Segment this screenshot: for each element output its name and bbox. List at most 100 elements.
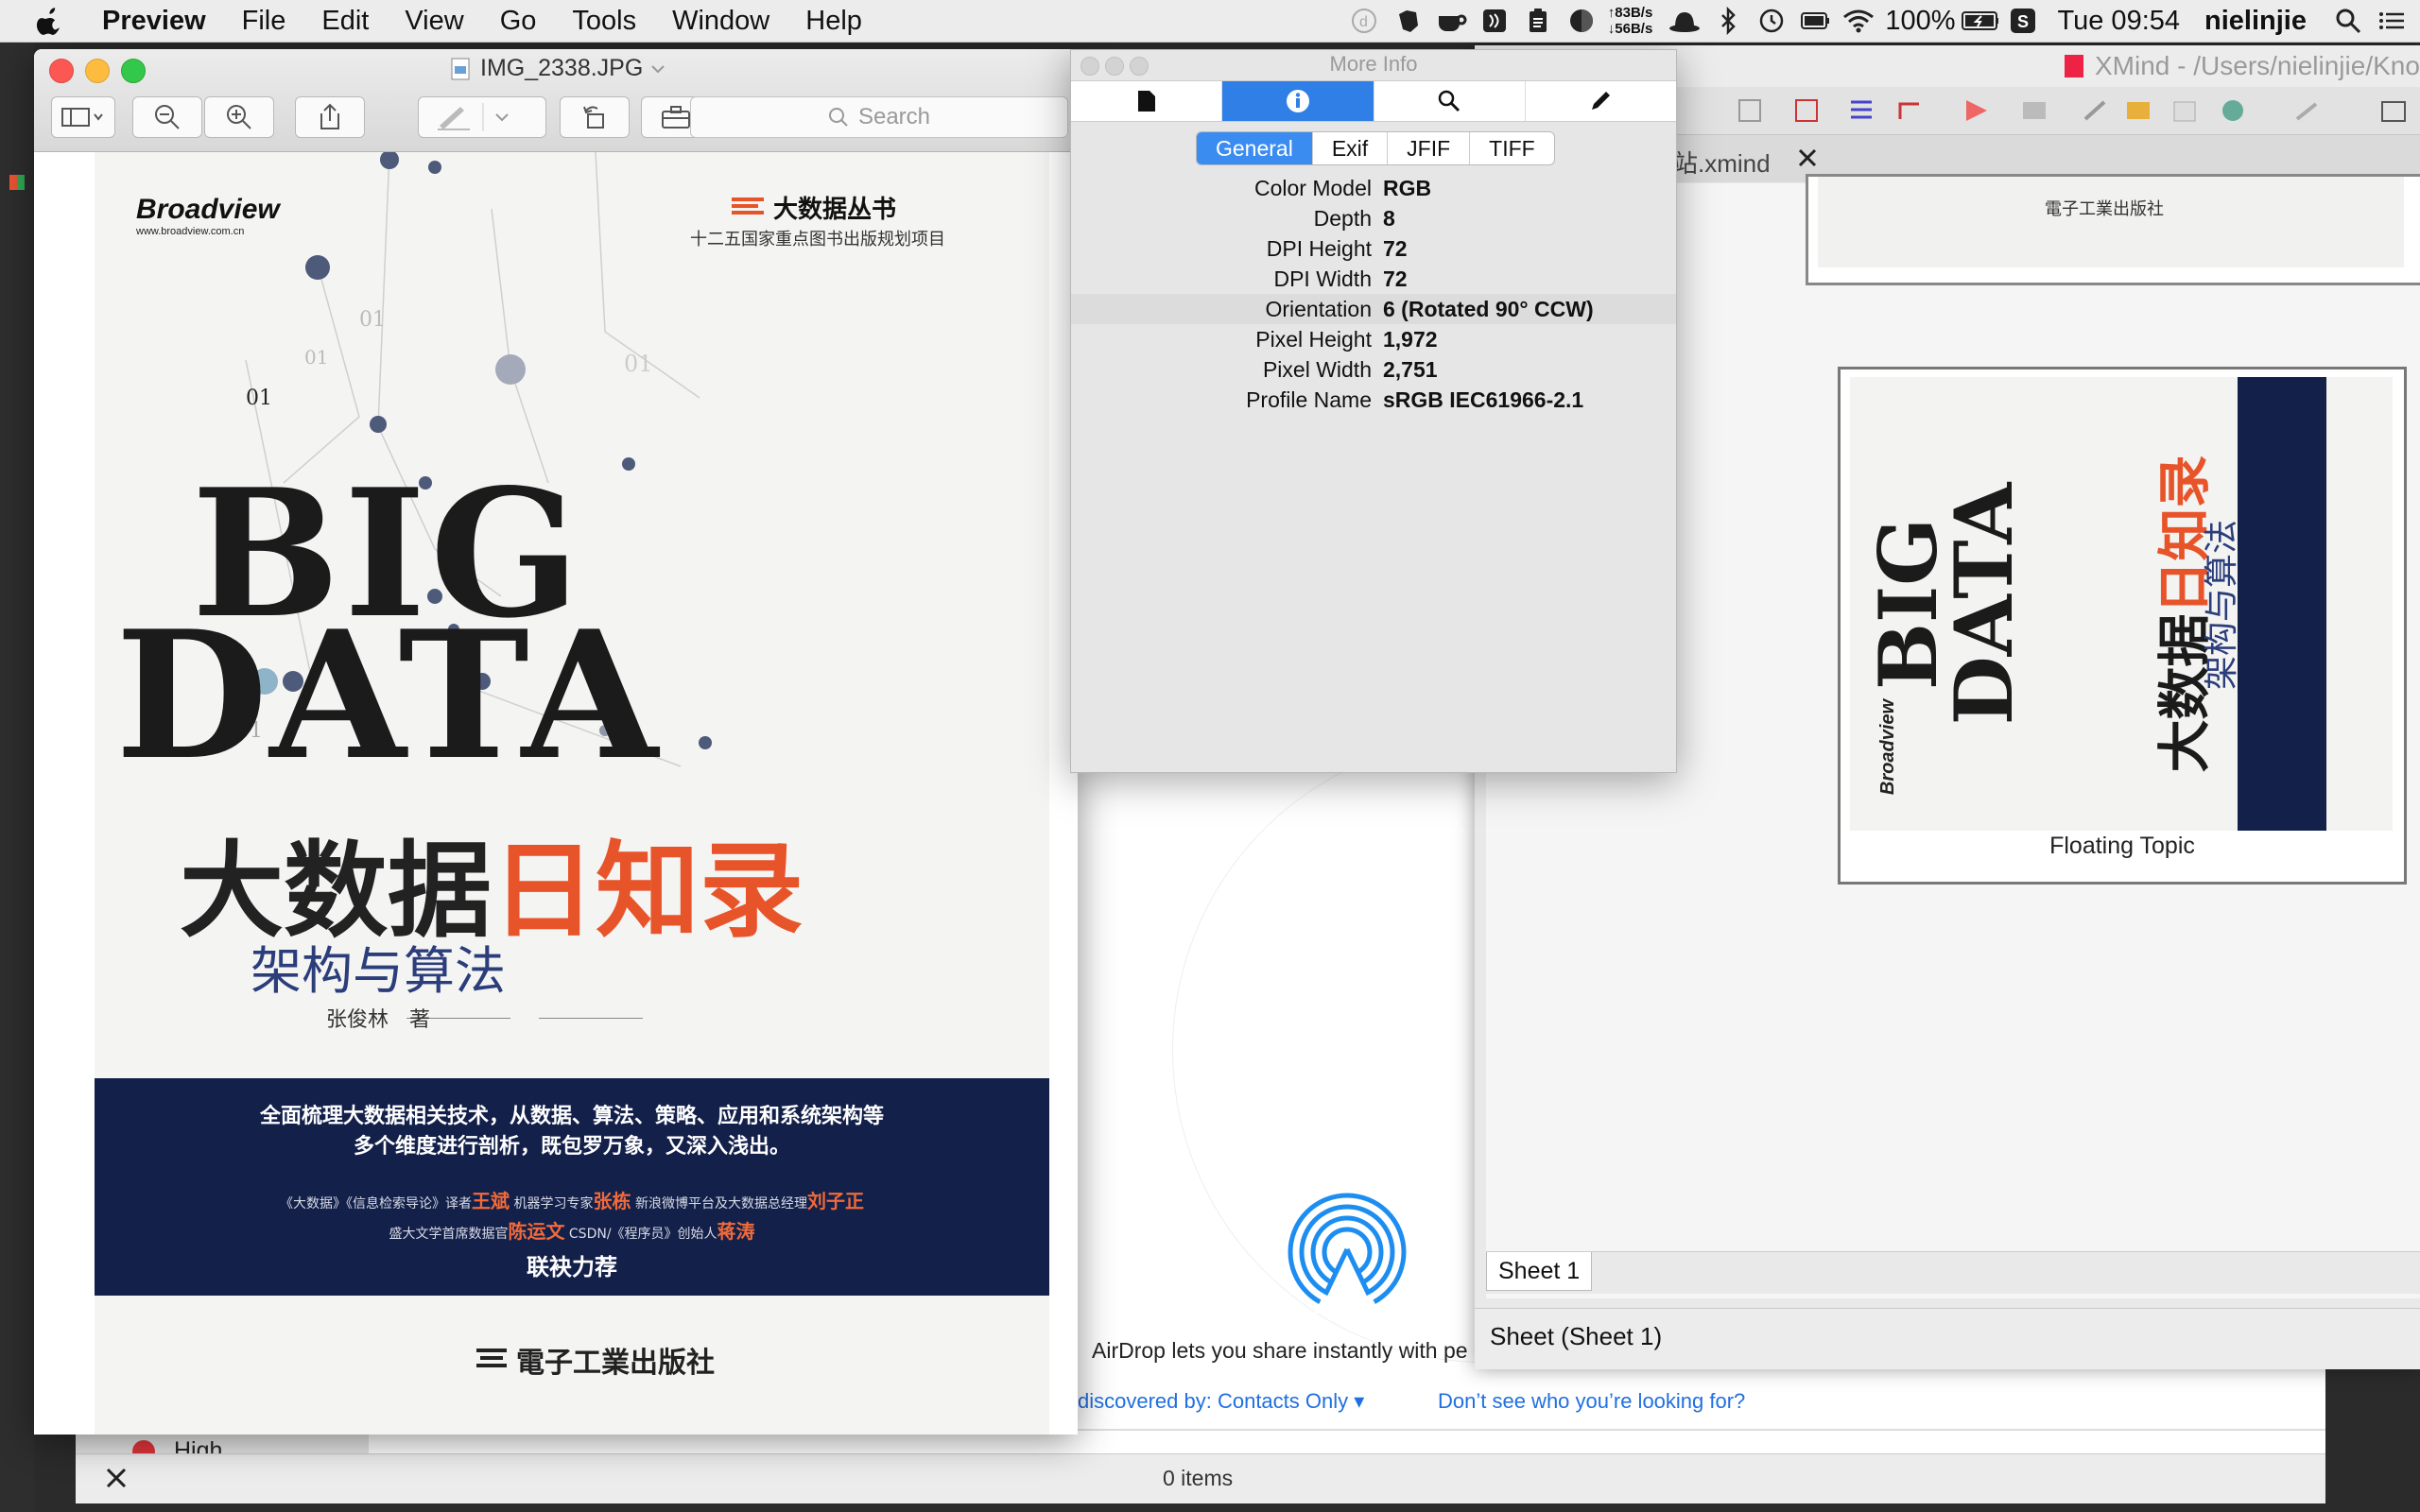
rotate-button[interactable] (560, 96, 630, 138)
topic-image-top[interactable]: 電子工業出版社 (1806, 174, 2420, 285)
inspector-tabs (1071, 80, 1676, 122)
menu-tools[interactable]: Tools (572, 6, 636, 37)
airdrop-help-link[interactable]: Don’t see who you’re looking for? (1438, 1389, 1745, 1414)
zoom-out-button[interactable] (132, 96, 202, 138)
markup-button[interactable] (418, 96, 546, 138)
preview-titlebar: IMG_2338.JPG Search (34, 49, 1078, 152)
collapse-arrows-icon[interactable] (104, 1466, 129, 1490)
digit-decoration-4: 01 (246, 387, 272, 410)
menu-file[interactable]: File (242, 6, 286, 37)
wifi-icon[interactable] (1840, 0, 1877, 42)
publisher-logo-icon (476, 1349, 507, 1367)
notification-center-icon[interactable] (2373, 0, 2411, 42)
xmind-tab-label[interactable]: 站.xmind (1673, 145, 1771, 180)
menu-app-preview[interactable]: Preview (102, 6, 206, 37)
xmind-status-bar: Sheet (Sheet 1) (1475, 1308, 2420, 1369)
xmind-toolbar-icons[interactable] (1730, 96, 2411, 127)
band-recommend: 联袂力荐 (527, 1253, 617, 1280)
zoom-button[interactable] (121, 59, 146, 83)
segment-tiff[interactable]: TIFF (1470, 132, 1554, 164)
tab-keywords[interactable] (1374, 81, 1526, 121)
close-button[interactable] (49, 59, 74, 83)
svg-text:d: d (1359, 14, 1368, 30)
coffee-cup-icon[interactable] (1432, 0, 1470, 42)
sidebar-toggle-button[interactable] (51, 96, 115, 138)
network-speed: ↑83B/s ↓56B/s (1607, 5, 1653, 37)
airdrop-discovery-dropdown[interactable]: discovered by: Contacts Only ▾ (1078, 1389, 1364, 1414)
sogou-input-icon[interactable]: S (2004, 0, 2042, 42)
magnifier-icon (1438, 90, 1461, 112)
band-line-1: 全面梳理大数据相关技术，从数据、算法、策略、应用和系统架构等 (259, 1105, 884, 1128)
menu-window[interactable]: Window (672, 6, 769, 37)
share-icon (320, 103, 339, 129)
pen-icon (438, 103, 509, 131)
band-line-2: 多个维度进行剖析，既包罗万象，又深入浅出。 (353, 1135, 790, 1159)
half-circle-icon[interactable] (1563, 0, 1600, 42)
floating-topic[interactable]: BIG DATA 大数据日知录 架构与算法 Broadview Floating … (1838, 367, 2407, 885)
time-machine-icon[interactable] (1753, 0, 1790, 42)
menu-clock[interactable]: Tue 09:54 (2057, 6, 2180, 37)
publisher-mini-logo: 電子工業出版社 (2045, 199, 2164, 219)
topic-image-top-content: 電子工業出版社 (1818, 177, 2404, 267)
battery-status-icon[interactable] (1796, 0, 1834, 42)
xmind-doc-icon (2065, 55, 2083, 77)
info-icon (1286, 90, 1309, 112)
battery-icon[interactable] (1961, 0, 1999, 42)
more-info-title: More Info (1329, 52, 1418, 76)
segment-exif[interactable]: Exif (1313, 132, 1389, 164)
toolbox-icon (662, 106, 690, 129)
xmind-status-text: Sheet (Sheet 1) (1490, 1322, 1663, 1350)
dash-icon[interactable]: d (1345, 0, 1383, 42)
battery-percent: 100% (1885, 5, 1956, 36)
bluetooth-icon[interactable] (1709, 0, 1747, 42)
title-chevron-icon (651, 64, 666, 73)
share-button[interactable] (295, 96, 365, 138)
metadata-segmented-control: General Exif JFIF TIFF (1196, 131, 1555, 165)
cover-band: 全面梳理大数据相关技术，从数据、算法、策略、应用和系统架构等 多个维度进行剖析，… (95, 1078, 1049, 1296)
desktop-background (0, 43, 34, 1512)
zoom-in-button[interactable] (204, 96, 274, 138)
info-row-dpi-height: DPI Height 72 (1266, 236, 1408, 261)
minimize-button[interactable] (85, 59, 110, 83)
menu-go[interactable]: Go (500, 6, 537, 37)
menu-view[interactable]: View (405, 6, 463, 37)
subtitle-chinese: 架构与算法 (251, 941, 506, 1001)
segment-general[interactable]: General (1197, 132, 1313, 164)
info-row-pixel-width: Pixel Width 2,751 (1262, 357, 1438, 382)
sheet-tab-1[interactable]: Sheet 1 (1486, 1252, 1593, 1291)
menu-help[interactable]: Help (805, 6, 862, 37)
segment-jfif[interactable]: JFIF (1388, 132, 1471, 164)
window-title[interactable]: IMG_2338.JPG (450, 55, 666, 82)
digit-decoration-3: 01 (624, 351, 653, 377)
info-row-orientation: Orientation 6 (Rotated 90° CCW) (1071, 294, 1676, 324)
zoom-out-icon (155, 105, 180, 129)
digit-decoration-2: 01 (304, 346, 329, 369)
thumbnail-band (2238, 377, 2326, 831)
search-field[interactable]: Search (690, 96, 1068, 138)
tab-more-info[interactable] (1222, 81, 1374, 121)
jpg-file-icon (451, 58, 470, 79)
sidebar-icon (61, 108, 103, 127)
app-icon (9, 175, 25, 190)
band-recommenders-2: 盛大文学首席数据官陈运文 CSDN/《程序员》创始人蒋涛 (389, 1220, 755, 1243)
clipboard-icon[interactable] (1519, 0, 1557, 42)
menu-user[interactable]: nielinjie (2204, 6, 2307, 37)
preview-window: IMG_2338.JPG Search Broadview www.broadv… (34, 49, 1078, 1435)
info-row-dpi-width: DPI Width 72 (1273, 266, 1408, 291)
evernote-icon[interactable] (1389, 0, 1426, 42)
zoom-in-icon (227, 105, 251, 129)
airdrop-description: AirDrop lets you share instantly with pe (1092, 1338, 1468, 1363)
menu-edit[interactable]: Edit (321, 6, 369, 37)
sound-wave-icon[interactable] (1476, 0, 1513, 42)
bowler-hat-icon[interactable] (1666, 0, 1703, 42)
svg-text:S: S (2017, 12, 2029, 31)
tab-file-info[interactable] (1071, 81, 1223, 121)
tab-annotations[interactable] (1526, 81, 1676, 121)
apple-menu-icon[interactable] (36, 6, 64, 36)
tab-close-icon[interactable] (1796, 146, 1819, 169)
info-row-color-model: Color Model RGB (1254, 176, 1432, 200)
document-view[interactable]: Broadview www.broadview.com.cn 大数据丛书 十二五… (34, 152, 1078, 1435)
spotlight-icon[interactable] (2329, 0, 2367, 42)
pencil-icon (1592, 92, 1611, 110)
band-recommenders-1: 《大数据》《信息检索导论》译者王斌 机器学习专家张栋 新浪微博平台及大数据总经理… (280, 1190, 864, 1212)
